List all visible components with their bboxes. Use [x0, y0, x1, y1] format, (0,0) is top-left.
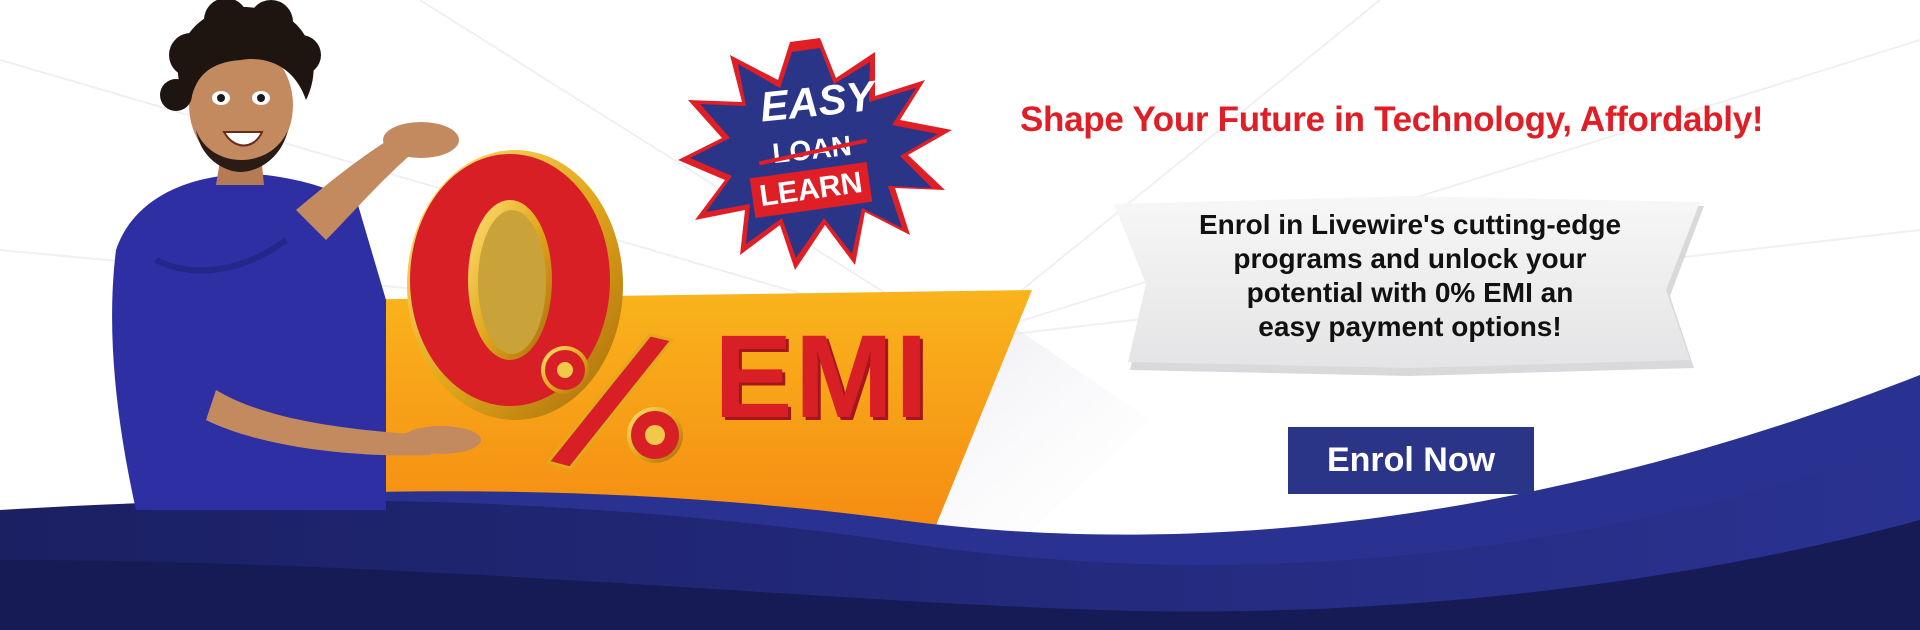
callout-line: programs and unlock your — [1233, 243, 1587, 274]
callout-line: Enrol in Livewire's cutting-edge — [1198, 209, 1622, 240]
enrol-now-button[interactable]: Enrol Now — [1288, 427, 1534, 494]
promo-banner: EMI EASY LEARN Shape Your Future in Tech… — [0, 0, 1920, 630]
callout-text: Enrol in Livewire's cutting-edge program… — [1140, 208, 1680, 344]
headline: Shape Your Future in Technology, Afforda… — [1020, 100, 1764, 139]
callout-line: potential with 0% EMI an — [1246, 277, 1574, 308]
student-photo — [112, 0, 481, 510]
callout-line: easy payment options! — [1258, 311, 1562, 342]
